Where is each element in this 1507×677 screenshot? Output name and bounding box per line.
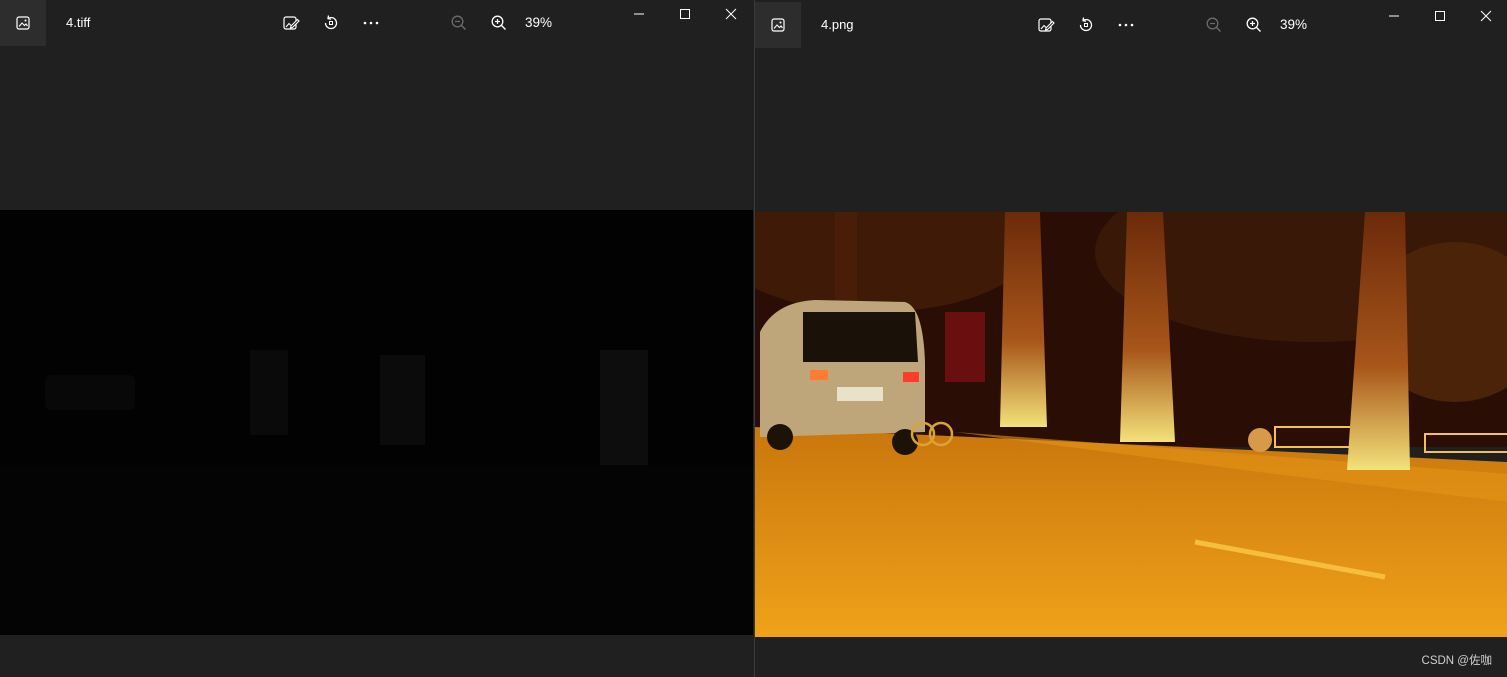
image-icon bbox=[771, 18, 785, 32]
app-icon-button[interactable] bbox=[755, 2, 801, 48]
file-name: 4.tiff bbox=[66, 15, 91, 30]
minimize-button[interactable] bbox=[616, 0, 662, 28]
close-icon bbox=[1480, 10, 1492, 22]
app-icon-button[interactable] bbox=[0, 0, 46, 46]
close-button[interactable] bbox=[1463, 2, 1507, 30]
image-icon bbox=[16, 16, 30, 30]
edit-button[interactable] bbox=[279, 11, 303, 35]
minimize-button[interactable] bbox=[1371, 2, 1417, 30]
maximize-icon bbox=[680, 9, 690, 19]
maximize-button[interactable] bbox=[1417, 2, 1463, 30]
zoom-in-icon bbox=[1246, 17, 1261, 32]
minimize-icon bbox=[634, 13, 644, 15]
photo-canvas[interactable] bbox=[0, 210, 753, 635]
zoom-in-button[interactable] bbox=[487, 11, 511, 35]
more-button[interactable] bbox=[1114, 13, 1138, 37]
photo-image bbox=[755, 162, 1507, 637]
more-icon bbox=[363, 21, 379, 25]
title-bar: 4.tiff 39% bbox=[0, 0, 754, 46]
rotate-button[interactable] bbox=[1074, 13, 1098, 37]
more-button[interactable] bbox=[359, 11, 383, 35]
title-bar: 4.png 39% bbox=[755, 2, 1507, 48]
maximize-button[interactable] bbox=[662, 0, 708, 28]
photo-canvas[interactable] bbox=[755, 162, 1507, 637]
photos-window-right: 4.png 39% bbox=[754, 0, 1507, 677]
photo-image bbox=[0, 210, 753, 635]
zoom-out-button[interactable] bbox=[447, 11, 471, 35]
edit-button[interactable] bbox=[1034, 13, 1058, 37]
edit-icon bbox=[283, 16, 300, 30]
minimize-icon bbox=[1389, 15, 1399, 17]
zoom-out-icon bbox=[451, 15, 466, 30]
zoom-in-button[interactable] bbox=[1242, 13, 1266, 37]
zoom-in-icon bbox=[491, 15, 506, 30]
rotate-icon bbox=[1079, 17, 1093, 32]
close-icon bbox=[725, 8, 737, 20]
zoom-level[interactable]: 39% bbox=[525, 15, 552, 30]
photos-window-left: 4.tiff 39% bbox=[0, 0, 754, 677]
maximize-icon bbox=[1435, 11, 1445, 21]
edit-icon bbox=[1038, 18, 1055, 32]
zoom-out-icon bbox=[1206, 17, 1221, 32]
more-icon bbox=[1118, 23, 1134, 27]
close-button[interactable] bbox=[708, 0, 754, 28]
rotate-button[interactable] bbox=[319, 11, 343, 35]
watermark: CSDN @佐咖 bbox=[1421, 655, 1492, 667]
rotate-icon bbox=[324, 15, 338, 30]
file-name: 4.png bbox=[821, 17, 854, 32]
zoom-level[interactable]: 39% bbox=[1280, 17, 1307, 32]
zoom-out-button[interactable] bbox=[1202, 13, 1226, 37]
